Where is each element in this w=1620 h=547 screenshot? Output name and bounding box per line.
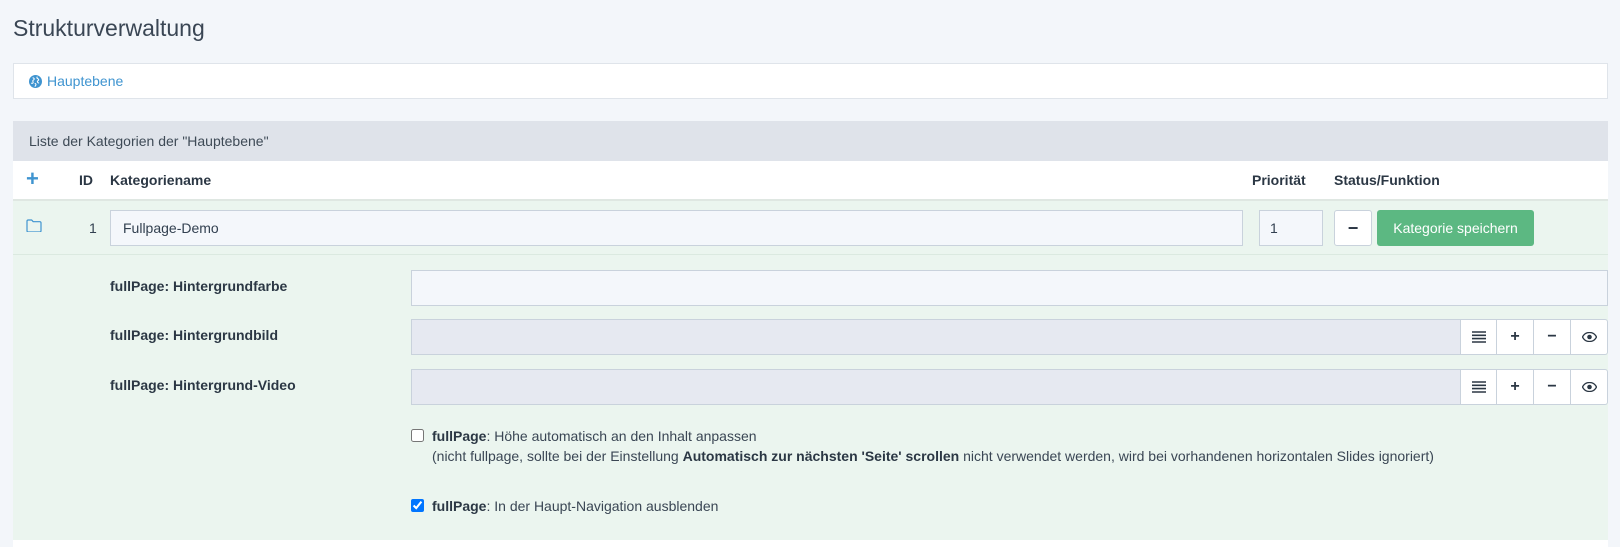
globe-icon [29, 74, 42, 88]
breadcrumb: Hauptebene [13, 63, 1608, 99]
folder-icon[interactable] [26, 219, 42, 232]
eye-icon [1581, 332, 1597, 342]
label-background-image: fullPage: Hintergrundbild [110, 327, 278, 343]
auto-height-note-before: (nicht fullpage, sollte bei der Einstell… [432, 448, 683, 464]
minus-icon: − [1547, 328, 1557, 345]
column-header-status: Status/Funktion [1334, 172, 1440, 188]
breadcrumb-label: Hauptebene [47, 73, 124, 89]
hide-nav-checkbox[interactable] [411, 499, 424, 512]
background-video-group: + − [411, 369, 1608, 405]
auto-height-note-bold: Automatisch zur nächsten 'Seite' scrolle… [682, 448, 960, 464]
auto-height-label: fullPage: Höhe automatisch an den Inhalt… [411, 426, 1434, 446]
video-remove-button[interactable]: − [1534, 369, 1571, 405]
auto-height-prefix: fullPage [432, 428, 487, 444]
priority-input[interactable] [1259, 210, 1323, 246]
category-details: fullPage: Hintergrundfarbe fullPage: Hin… [13, 255, 1608, 540]
row-id: 1 [89, 220, 97, 236]
video-add-button[interactable]: + [1497, 369, 1534, 405]
column-header-name: Kategoriename [110, 172, 212, 188]
table-row: 1 − Kategorie speichern [13, 201, 1608, 255]
background-video-input[interactable] [411, 369, 1460, 405]
category-name-input[interactable] [110, 210, 1243, 246]
image-preview-button[interactable] [1571, 319, 1608, 355]
plus-icon: + [1510, 328, 1520, 345]
hide-nav-option: fullPage: In der Haupt-Navigation ausble… [411, 496, 718, 516]
minus-icon: − [1347, 217, 1359, 238]
label-background-video: fullPage: Hintergrund-Video [110, 377, 296, 393]
image-select-button[interactable] [1460, 319, 1497, 355]
panel-heading: Liste der Kategorien der "Hauptebene" [13, 121, 1608, 161]
hide-nav-prefix: fullPage [432, 498, 487, 514]
add-category-icon[interactable]: + [26, 161, 39, 197]
save-category-button[interactable]: Kategorie speichern [1377, 210, 1534, 246]
image-remove-button[interactable]: − [1534, 319, 1571, 355]
auto-height-option: fullPage: Höhe automatisch an den Inhalt… [411, 426, 1434, 466]
remove-category-button[interactable]: − [1334, 210, 1372, 246]
auto-height-checkbox[interactable] [411, 429, 424, 442]
auto-height-note: (nicht fullpage, sollte bei der Einstell… [411, 446, 1434, 466]
hide-nav-text: : In der Haupt-Navigation ausblenden [486, 498, 719, 514]
plus-icon: + [1510, 378, 1520, 395]
column-header-id: ID [79, 172, 93, 188]
background-image-group: + − [411, 319, 1608, 355]
eye-icon [1581, 382, 1597, 392]
page: Strukturverwaltung Hauptebene Liste der … [0, 0, 1620, 547]
video-preview-button[interactable] [1571, 369, 1608, 405]
minus-icon: − [1547, 378, 1557, 395]
list-icon [1471, 331, 1486, 343]
auto-height-note-after: nicht verwendet werden, wird bei vorhand… [959, 448, 1434, 464]
list-icon [1471, 381, 1486, 393]
background-image-input[interactable] [411, 319, 1460, 355]
page-title: Strukturverwaltung [13, 15, 205, 41]
auto-height-text: : Höhe automatisch an den Inhalt anpasse… [486, 428, 757, 444]
video-select-button[interactable] [1460, 369, 1497, 405]
breadcrumb-link-hauptebene[interactable]: Hauptebene [29, 73, 123, 89]
column-header-priority: Priorität [1252, 172, 1306, 188]
table-header: + ID Kategoriename Priorität Status/Funk… [13, 161, 1608, 201]
hide-nav-label: fullPage: In der Haupt-Navigation ausble… [411, 496, 718, 516]
background-color-input[interactable] [411, 270, 1608, 306]
label-background-color: fullPage: Hintergrundfarbe [110, 278, 288, 294]
image-add-button[interactable]: + [1497, 319, 1534, 355]
category-panel: Liste der Kategorien der "Hauptebene" + … [13, 121, 1608, 547]
